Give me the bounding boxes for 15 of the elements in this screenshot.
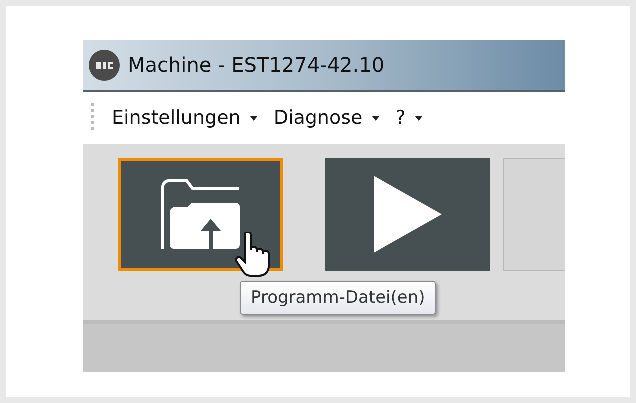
play-icon — [374, 176, 442, 253]
app-logo-icon — [89, 50, 120, 80]
tooltip: Programm-Datei(en) — [240, 281, 436, 315]
grip-icon — [91, 103, 94, 133]
folder-upload-icon — [158, 178, 242, 250]
menu-item[interactable]: ? — [390, 107, 429, 129]
caret-icon — [372, 116, 380, 120]
hand-cursor-icon — [235, 232, 271, 280]
upload-folder-button[interactable] — [118, 158, 283, 271]
caret-icon — [250, 116, 258, 120]
window-title: Machine - EST1274-42.10 — [128, 53, 385, 77]
play-button[interactable] — [325, 158, 490, 271]
caret-icon — [414, 116, 423, 120]
menu-item[interactable]: Diagnose — [268, 107, 386, 129]
menu-item[interactable]: Einstellungen — [106, 107, 264, 129]
